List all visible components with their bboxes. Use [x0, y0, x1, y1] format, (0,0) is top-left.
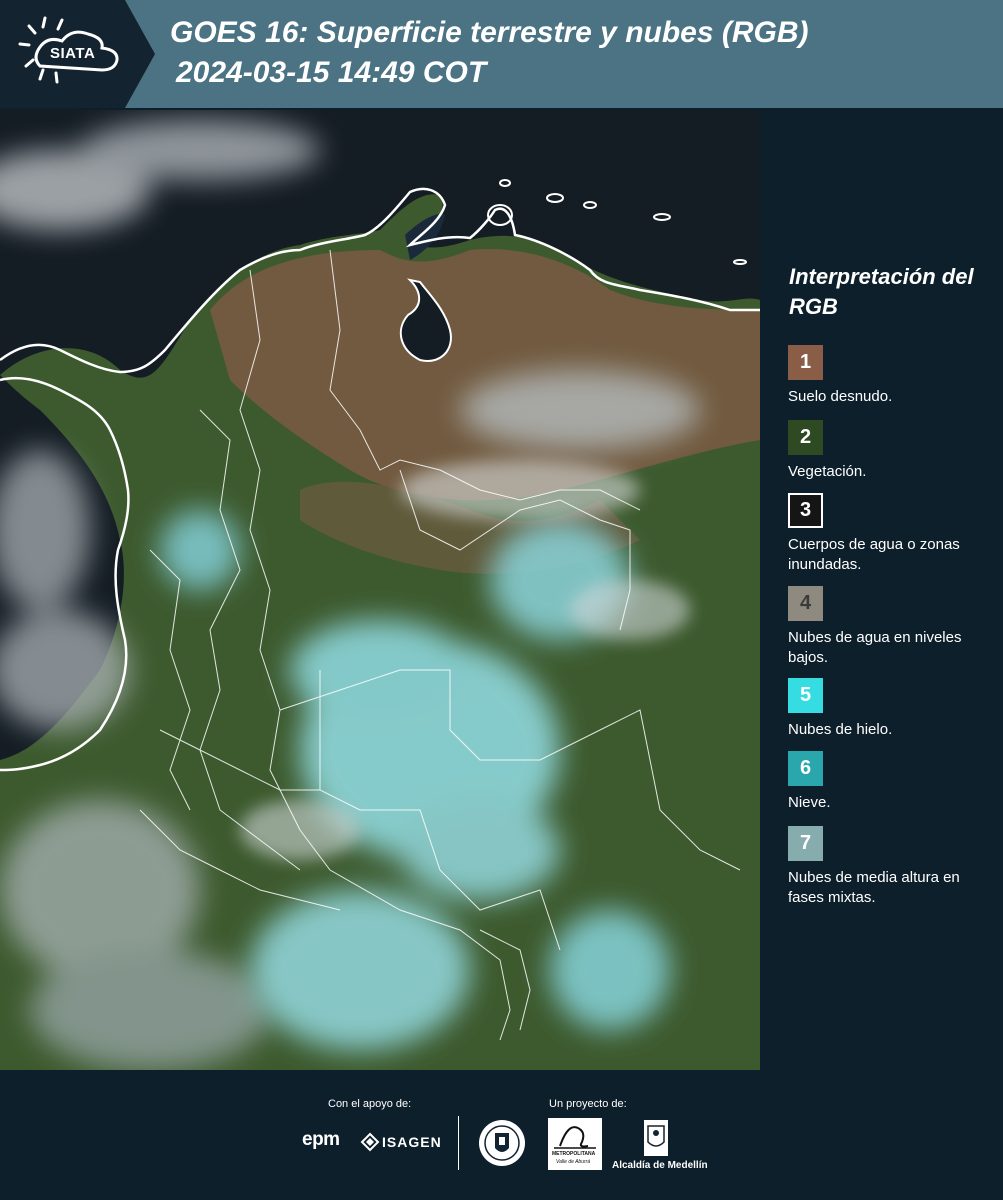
legend-label: Vegetación.: [788, 463, 867, 480]
alcaldia-shield-icon[interactable]: [640, 1118, 672, 1158]
legend-item: 2 Vegetación.: [788, 420, 988, 482]
legend-title: Interpretación del RGB: [789, 264, 974, 319]
legend-item: 5 Nubes de hielo.: [788, 678, 988, 740]
legend-label: Suelo desnudo.: [788, 388, 893, 405]
legend-swatch: 1: [788, 345, 823, 380]
area-metropolitana-logo[interactable]: METROPOLITANA Valle de Aburrá: [548, 1118, 602, 1170]
logo-text: SIATA: [50, 45, 96, 62]
legend-item: 6 Nieve.: [788, 751, 988, 813]
legend-swatch: 5: [788, 678, 823, 713]
project-caption: Un proyecto de:: [549, 1098, 627, 1110]
legend-swatch: 6: [788, 751, 823, 786]
isagen-logo[interactable]: ISAGEN: [382, 1134, 442, 1150]
legend-label: Nubes de media altura en fases mixtas.: [788, 869, 960, 906]
legend-item: 3 Cuerpos de agua o zonas inundadas.: [788, 493, 988, 575]
satellite-map[interactable]: [0, 110, 760, 1070]
legend-item: 1 Suelo desnudo.: [788, 345, 988, 407]
area-text-line2: Valle de Aburrá: [556, 1159, 591, 1165]
header-bar: SIATA GOES 16: Superficie terrestre y nu…: [0, 0, 1003, 108]
legend-swatch: 3: [788, 493, 823, 528]
legend-swatch: 7: [788, 826, 823, 861]
legend-label: Cuerpos de agua o zonas inundadas.: [788, 536, 960, 573]
legend-panel: Interpretación del RGB 1 Suelo desnudo. 2 V…: [760, 110, 1003, 1070]
legend-item: 4 Nubes de agua en niveles bajos.: [788, 586, 988, 668]
legend-swatch: 2: [788, 420, 823, 455]
epm-logo[interactable]: epm: [302, 1129, 340, 1151]
legend-item: 7 Nubes de media altura en fases mixtas.: [788, 826, 988, 908]
alcaldia-label: Alcaldía de Medellín: [612, 1160, 708, 1171]
footer: Con el apoyo de: Un proyecto de: epm ISA…: [0, 1070, 1003, 1200]
legend-swatch: 4: [788, 586, 823, 621]
footer-divider: [458, 1116, 459, 1170]
medellin-seal-icon[interactable]: [477, 1118, 527, 1168]
satellite-image: [0, 110, 760, 1070]
legend-label: Nubes de hielo.: [788, 721, 893, 738]
isagen-icon: [360, 1132, 380, 1152]
timestamp: 2024-03-15 14:49 COT: [176, 56, 487, 89]
siata-logo[interactable]: SIATA: [0, 0, 155, 108]
legend-label: Nieve.: [788, 794, 831, 811]
legend-label: Nubes de agua en niveles bajos.: [788, 629, 962, 666]
page-title: GOES 16: Superficie terrestre y nubes (R…: [170, 16, 809, 49]
area-text-line1: METROPOLITANA: [552, 1151, 596, 1157]
support-caption: Con el apoyo de:: [328, 1098, 412, 1110]
